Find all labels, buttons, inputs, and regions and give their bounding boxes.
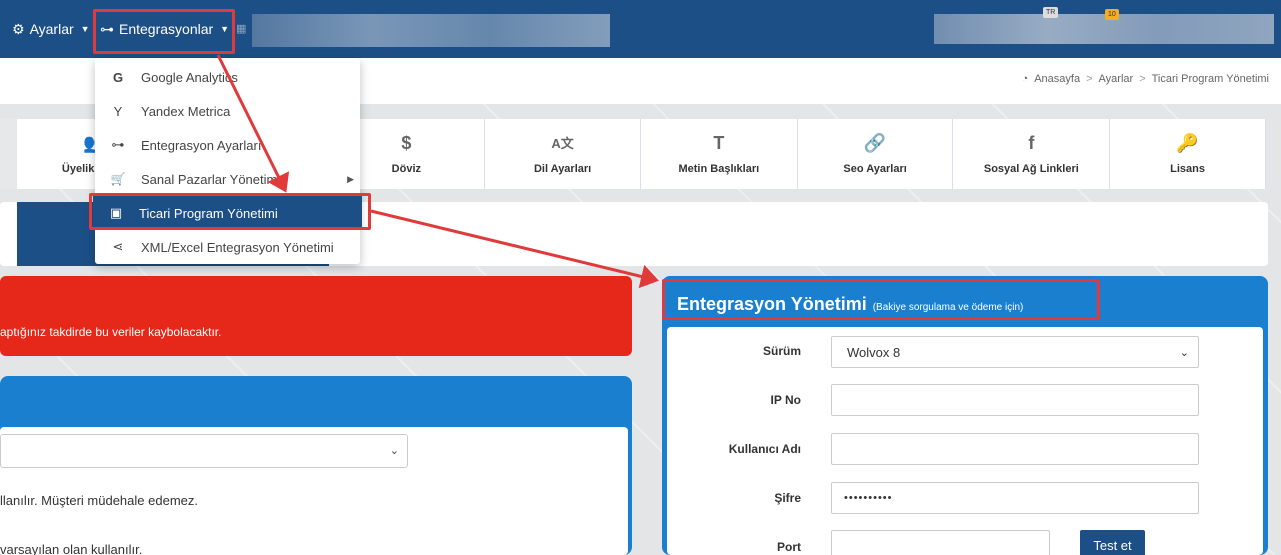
arrow-to-menu-item: [216, 54, 290, 193]
arrow-to-panel: [370, 209, 659, 289]
annotation-arrows: [216, 54, 659, 289]
